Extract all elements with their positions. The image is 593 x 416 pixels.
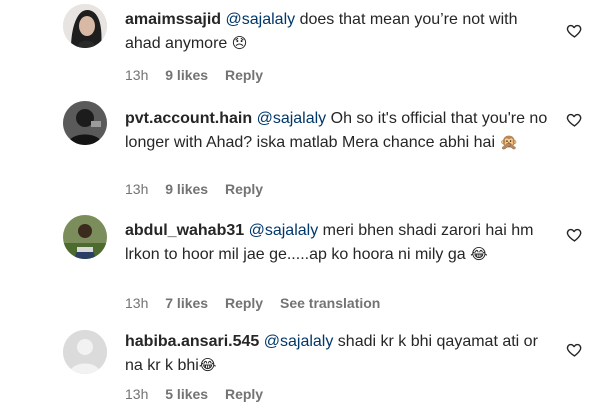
mention-link[interactable]: @sajalaly	[257, 110, 327, 127]
emoji: 😂	[198, 357, 217, 374]
see-translation-button[interactable]: See translation	[280, 295, 380, 311]
reply-button[interactable]: Reply	[225, 67, 263, 83]
comment-text: habiba.ansari.545 @sajalaly shadi kr k b…	[125, 330, 555, 378]
avatar[interactable]	[63, 101, 107, 145]
comment-time[interactable]: 13h	[125, 295, 148, 311]
heart-icon[interactable]	[566, 111, 583, 128]
heart-icon[interactable]	[566, 22, 583, 39]
heart-icon[interactable]	[566, 341, 583, 358]
reply-button[interactable]: Reply	[225, 386, 263, 402]
heart-icon[interactable]	[566, 226, 583, 243]
comment-text: amaimssajid @sajalaly does that mean you…	[125, 8, 555, 56]
comment-text: abdul_wahab31 @sajalaly meri bhen shadi …	[125, 219, 555, 267]
default-avatar-icon	[63, 330, 107, 374]
comment-username[interactable]: abdul_wahab31	[125, 222, 244, 239]
comment-username[interactable]: amaimssajid	[125, 11, 221, 28]
comment-meta: 13h 5 likes Reply	[125, 386, 276, 402]
likes-count[interactable]: 9 likes	[165, 67, 208, 83]
mention-link[interactable]: @sajalaly	[264, 333, 334, 350]
avatar[interactable]	[63, 4, 107, 48]
comment-meta: 13h 9 likes Reply	[125, 181, 276, 197]
profile-photo	[63, 4, 107, 48]
comment-time[interactable]: 13h	[125, 67, 148, 83]
mention-link[interactable]: @sajalaly	[226, 11, 296, 28]
profile-photo	[63, 215, 107, 259]
likes-count[interactable]: 7 likes	[165, 295, 208, 311]
comment-time[interactable]: 13h	[125, 181, 148, 197]
profile-photo	[63, 101, 107, 145]
avatar[interactable]	[63, 330, 107, 374]
likes-count[interactable]: 9 likes	[165, 181, 208, 197]
comment-text: pvt.account.hain @sajalaly Oh so it's of…	[125, 107, 555, 155]
emoji: 😂	[470, 246, 488, 263]
emoji: 🙊	[499, 134, 519, 151]
avatar[interactable]	[63, 215, 107, 259]
reply-button[interactable]: Reply	[225, 295, 263, 311]
likes-count[interactable]: 5 likes	[165, 386, 208, 402]
reply-button[interactable]: Reply	[225, 181, 263, 197]
comment-meta: 13h 7 likes Reply See translation	[125, 295, 393, 311]
emoji: 😞	[231, 35, 248, 52]
comment-username[interactable]: pvt.account.hain	[125, 110, 252, 127]
comment-username[interactable]: habiba.ansari.545	[125, 333, 259, 350]
mention-link[interactable]: @sajalaly	[249, 222, 319, 239]
comment-meta: 13h 9 likes Reply	[125, 67, 276, 83]
comment-time[interactable]: 13h	[125, 386, 148, 402]
